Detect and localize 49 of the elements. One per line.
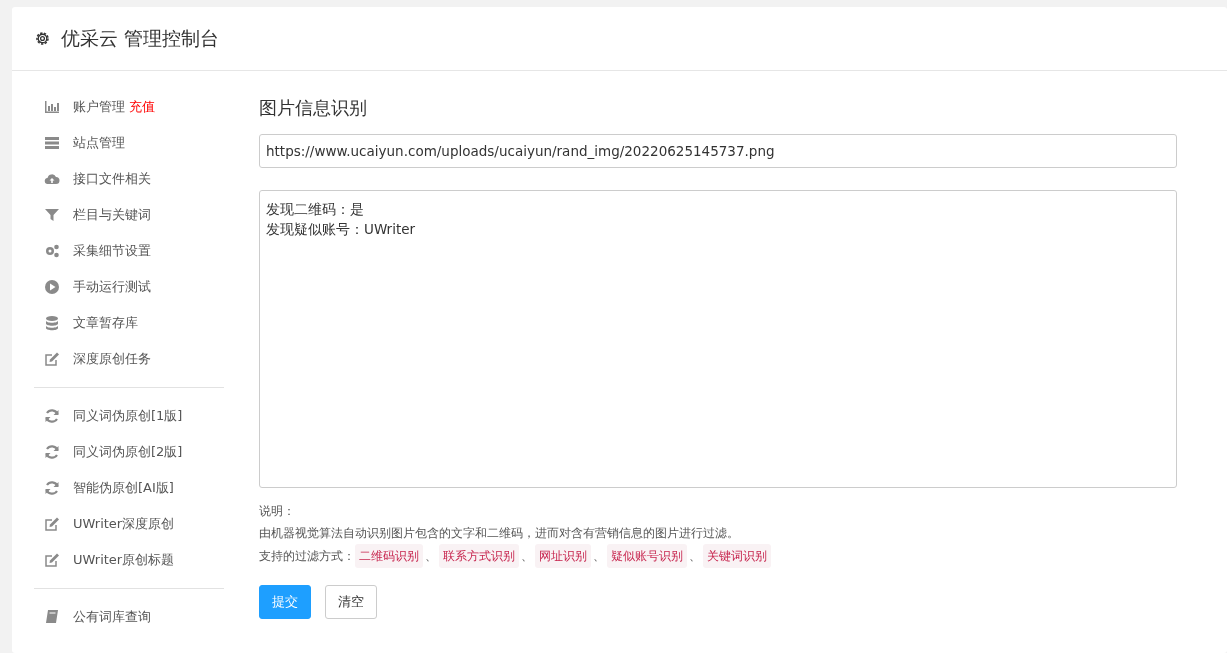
settings-icon bbox=[34, 30, 51, 47]
sidebar-item[interactable]: 同义词伪原创[2版] bbox=[73, 443, 183, 461]
sidebar-item[interactable]: 采集细节设置 bbox=[73, 242, 151, 260]
sidebar-item[interactable]: 手动运行测试 bbox=[73, 278, 151, 296]
separator-mark: 、 bbox=[521, 548, 533, 565]
filter-icon bbox=[44, 207, 60, 223]
result-line: 发现疑似账号：UWriter bbox=[266, 220, 417, 239]
refresh-icon bbox=[44, 408, 60, 424]
refresh-icon bbox=[44, 480, 60, 496]
url-field[interactable]: https://www.ucaiyun.com/uploads/ucaiyun/rand_img/20220625145737.png bbox=[259, 134, 1177, 168]
sidebar-item[interactable]: UWriter深度原创 bbox=[73, 515, 175, 533]
sidebar-item[interactable]: 智能伪原创[AI版] bbox=[73, 479, 174, 497]
methods-label: 支持的过滤方式： bbox=[259, 548, 355, 565]
bar-chart-icon bbox=[44, 99, 60, 115]
console-title: 优采云 管理控制台 bbox=[61, 25, 220, 51]
note-label: 说明： bbox=[259, 503, 296, 520]
book-icon bbox=[44, 609, 60, 625]
separator-mark: 、 bbox=[425, 548, 437, 565]
method-tag: 关键词识别 bbox=[703, 544, 771, 568]
sidebar-item[interactable]: 公有词库查询 bbox=[73, 608, 151, 626]
refresh-icon bbox=[44, 444, 60, 460]
sidebar-item[interactable]: 站点管理 bbox=[73, 134, 125, 152]
sidebar-item[interactable]: 深度原创任务 bbox=[73, 350, 151, 368]
method-tag: 二维码识别 bbox=[355, 544, 423, 568]
server-icon bbox=[44, 135, 60, 151]
sidebar-item[interactable]: 栏目与关键词 bbox=[73, 206, 151, 224]
clear-button[interactable]: 清空 bbox=[325, 585, 377, 619]
edit-icon bbox=[44, 552, 60, 568]
separator-mark: 、 bbox=[593, 548, 605, 565]
result-line: 发现二维码：是 bbox=[266, 200, 365, 219]
section-title: 图片信息识别 bbox=[259, 96, 368, 120]
method-tag: 疑似账号识别 bbox=[607, 544, 687, 568]
sidebar-item[interactable]: 文章暂存库 bbox=[73, 314, 138, 332]
gears-icon bbox=[44, 243, 60, 259]
database-icon bbox=[44, 315, 60, 331]
sidebar-item[interactable]: 同义词伪原创[1版] bbox=[73, 407, 183, 425]
sidebar-item[interactable]: 接口文件相关 bbox=[73, 170, 151, 188]
sidebar-item[interactable]: 账户管理 bbox=[73, 98, 125, 116]
sidebar-item[interactable]: UWriter原创标题 bbox=[73, 551, 175, 569]
play-icon bbox=[44, 279, 60, 295]
edit-icon bbox=[44, 516, 60, 532]
cloud-upload-icon bbox=[44, 171, 60, 187]
result-textarea[interactable]: 发现二维码：是 发现疑似账号：UWriter bbox=[259, 190, 1177, 488]
separator-mark: 、 bbox=[689, 548, 701, 565]
note-text: 由机器视觉算法自动识别图片包含的文字和二维码，进而对含有营销信息的图片进行过滤。 bbox=[259, 525, 740, 542]
edit-icon bbox=[44, 351, 60, 367]
method-tag: 网址识别 bbox=[535, 544, 591, 568]
method-tag: 联系方式识别 bbox=[439, 544, 519, 568]
recharge-link[interactable]: 充值 bbox=[129, 98, 155, 116]
